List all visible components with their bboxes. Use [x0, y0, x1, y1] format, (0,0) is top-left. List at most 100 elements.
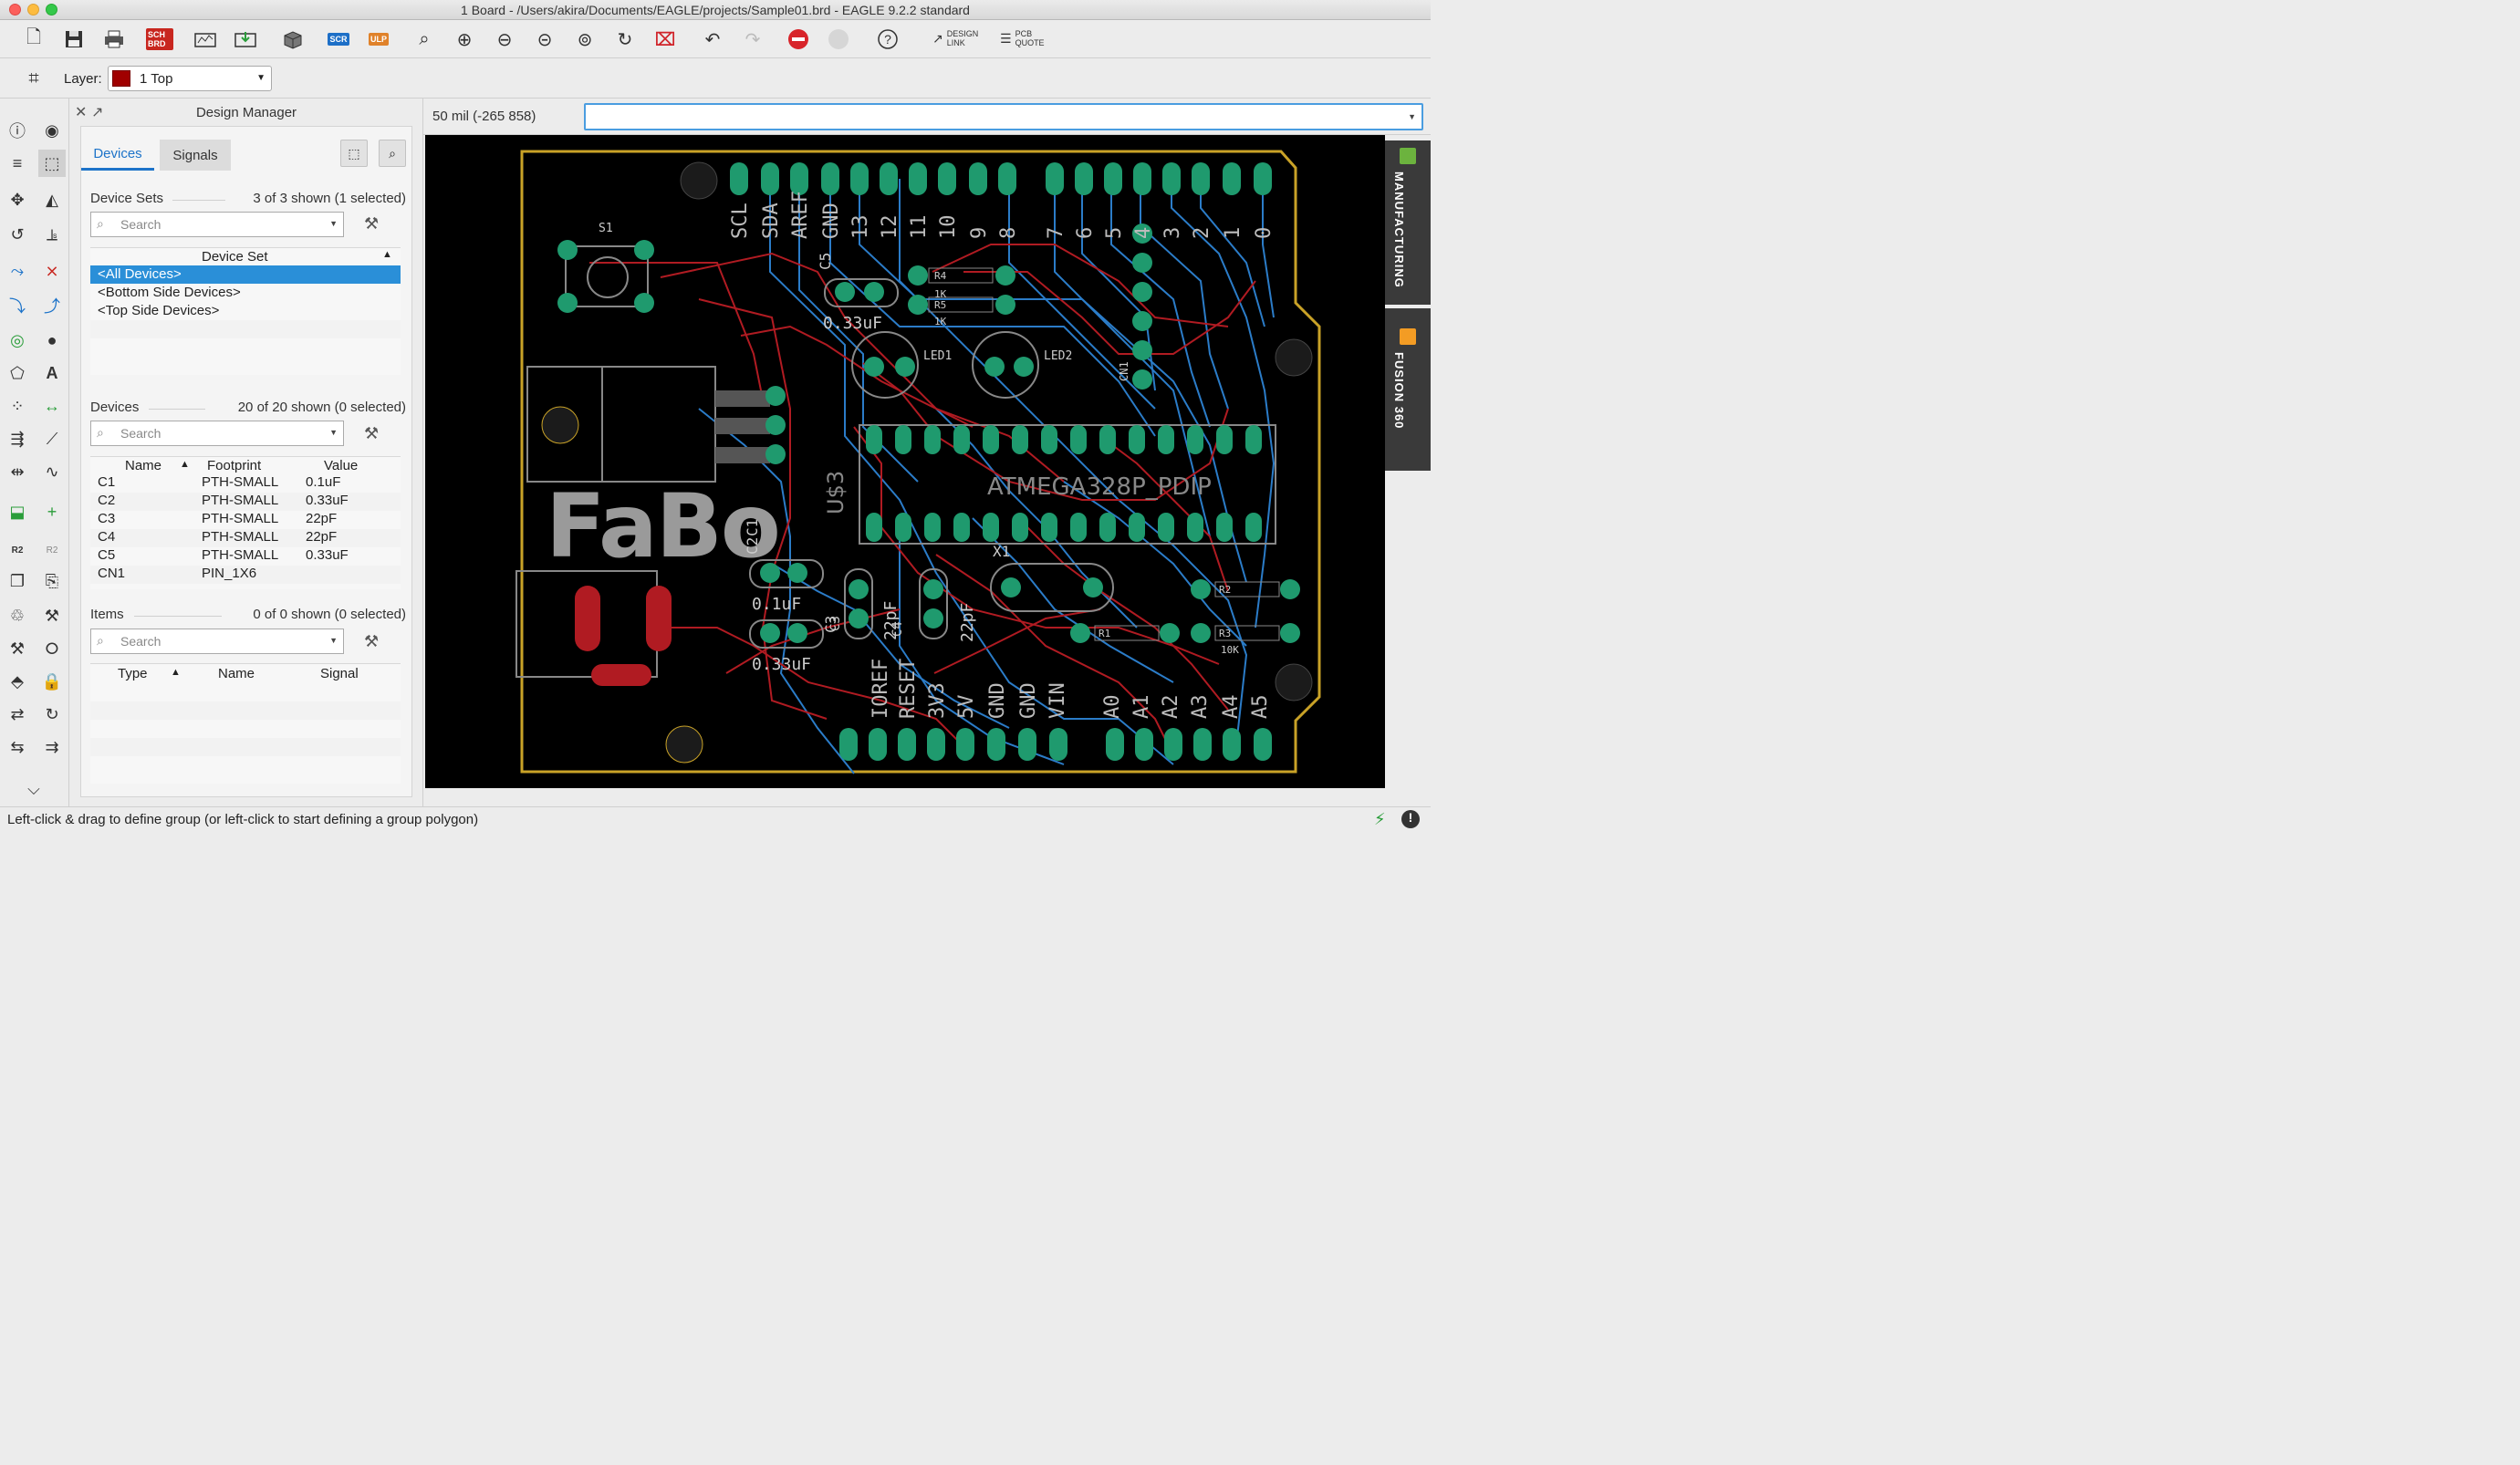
- help-icon[interactable]: ?: [874, 26, 901, 53]
- pcb-quote-button[interactable]: ☰ PCB QUOTE: [1000, 29, 1047, 47]
- undo-icon[interactable]: ↶: [699, 26, 726, 53]
- zoom-in-icon[interactable]: ⊕: [451, 26, 478, 53]
- column-value[interactable]: Value: [324, 458, 358, 473]
- rotate-icon[interactable]: ↺: [4, 221, 31, 248]
- gate-swap-icon[interactable]: ⇄: [4, 701, 31, 728]
- expand-down-icon[interactable]: ⌵: [20, 775, 47, 803]
- ulp-button[interactable]: ULP: [365, 26, 392, 53]
- show-icon[interactable]: ◉: [38, 117, 66, 144]
- replace-icon[interactable]: ↻: [38, 701, 66, 728]
- table-row[interactable]: C4 PTH-SMALL 22pF: [90, 529, 401, 547]
- table-row[interactable]: C1 PTH-SMALL 0.1uF: [90, 474, 401, 493]
- align-icon[interactable]: ⫡: [38, 221, 66, 248]
- tab-signals[interactable]: Signals: [160, 140, 231, 171]
- layer-select[interactable]: 1 Top ▼: [108, 66, 272, 91]
- devices-search-input[interactable]: ⌕ Search ▼: [90, 421, 344, 446]
- wrench-icon[interactable]: ⚒: [364, 632, 379, 651]
- ripup-icon[interactable]: ⨯: [38, 257, 66, 285]
- signal-icon[interactable]: ⁘: [4, 392, 31, 420]
- add-icon[interactable]: +: [38, 498, 66, 525]
- grid-icon[interactable]: ⌗: [20, 65, 47, 92]
- script-button[interactable]: SCR: [325, 26, 352, 53]
- table-row[interactable]: C3 PTH-SMALL 22pF: [90, 511, 401, 529]
- command-input[interactable]: ▼: [584, 103, 1423, 130]
- fanout-icon[interactable]: ⇹: [4, 458, 31, 485]
- column-footprint[interactable]: Footprint: [207, 458, 261, 473]
- column-signal[interactable]: Signal: [320, 666, 359, 681]
- split-icon[interactable]: ⇶: [4, 425, 31, 452]
- stop-icon[interactable]: [785, 26, 812, 53]
- device-set-all[interactable]: <All Devices>: [90, 265, 401, 284]
- hole-icon[interactable]: ●: [38, 327, 66, 354]
- column-name[interactable]: Name: [125, 458, 161, 473]
- change-icon[interactable]: ⇉: [38, 733, 66, 761]
- column-name[interactable]: Name: [218, 666, 255, 681]
- table-row[interactable]: C5 PTH-SMALL 0.33uF: [90, 547, 401, 566]
- zoom-out-icon[interactable]: ⊖: [491, 26, 518, 53]
- board-canvas[interactable]: FaBo S1 ATMEGA328P_PDIP U$3 LED1 LED2 C5: [425, 135, 1385, 788]
- layers-icon[interactable]: ≡: [4, 150, 31, 177]
- polygon-icon[interactable]: ⬠: [4, 359, 31, 387]
- device-sets-search-input[interactable]: ⌕ Search ▼: [90, 212, 344, 237]
- column-type[interactable]: Type: [118, 666, 148, 681]
- 3d-preview-icon[interactable]: [279, 26, 307, 53]
- copy-icon[interactable]: ❐: [4, 567, 31, 595]
- ratsnest-icon[interactable]: ⌧: [651, 26, 679, 53]
- line-icon[interactable]: ⟋: [38, 425, 66, 452]
- open-icon[interactable]: 🗋: [20, 26, 47, 53]
- zoom-to-icon[interactable]: ⌕: [379, 140, 406, 167]
- device-set-header[interactable]: Device Set ▲: [90, 247, 401, 265]
- header-pad: [938, 162, 956, 195]
- print-icon[interactable]: [100, 26, 128, 53]
- wrench-icon[interactable]: ⚒: [364, 214, 379, 234]
- wrench-icon[interactable]: ⚒: [364, 424, 379, 443]
- device-set-top[interactable]: <Top Side Devices>: [90, 302, 401, 320]
- chip-pad: [1099, 425, 1116, 454]
- table-row[interactable]: C2 PTH-SMALL 0.33uF: [90, 493, 401, 511]
- header-pin-label: 11: [908, 215, 931, 240]
- pin-swap-icon[interactable]: ⇆: [4, 733, 31, 761]
- paste-icon[interactable]: ⎘: [38, 567, 66, 595]
- lightning-icon[interactable]: ⚡: [1374, 810, 1386, 829]
- design-link-button[interactable]: ↗ DESIGN LINK: [932, 29, 989, 47]
- zoom-area-icon[interactable]: ⊚: [571, 26, 599, 53]
- name-icon[interactable]: R2: [4, 536, 31, 564]
- save-icon[interactable]: [60, 26, 88, 53]
- sch-brd-switch-button[interactable]: SCH BRD: [146, 26, 173, 53]
- device-set-bottom[interactable]: <Bottom Side Devices>: [90, 284, 401, 302]
- info-icon[interactable]: ⓘ: [4, 117, 31, 144]
- redraw-icon[interactable]: ↻: [611, 26, 639, 53]
- delete-icon[interactable]: ♲: [4, 602, 31, 629]
- items-search-input[interactable]: ⌕ Search ▼: [90, 629, 344, 654]
- zoom-fit-icon[interactable]: ⌕: [411, 26, 438, 53]
- text-icon[interactable]: A: [38, 359, 66, 387]
- route-icon[interactable]: ⤳: [4, 257, 31, 285]
- zoom-select-icon[interactable]: ⊝: [531, 26, 558, 53]
- group-select-icon[interactable]: ⬚: [38, 150, 66, 177]
- move-icon[interactable]: ✥: [4, 186, 31, 213]
- cam-processor-icon[interactable]: [192, 26, 219, 53]
- smash-icon[interactable]: ⚒: [4, 635, 31, 662]
- manufacturing-tab[interactable]: MANUFACTURING: [1385, 140, 1431, 305]
- optimize-icon[interactable]: ⭘: [38, 635, 66, 662]
- table-row[interactable]: CN1 PIN_1X6: [90, 566, 401, 584]
- tab-devices[interactable]: Devices: [81, 140, 154, 171]
- export-icon[interactable]: [232, 26, 259, 53]
- value-icon[interactable]: R2: [38, 536, 66, 564]
- mirror-icon[interactable]: ◭: [38, 186, 66, 213]
- lock-icon[interactable]: 🔒: [38, 668, 66, 695]
- redo-icon[interactable]: ↷: [739, 26, 766, 53]
- attribute-icon[interactable]: ⬘: [4, 668, 31, 695]
- fusion-360-tab[interactable]: FUSION 360: [1385, 308, 1431, 471]
- go-icon[interactable]: [825, 26, 852, 53]
- warning-icon[interactable]: !: [1401, 810, 1420, 828]
- search-icon: ⌕: [97, 216, 104, 231]
- meander-wave-icon[interactable]: ∿: [38, 458, 66, 485]
- add-part-icon[interactable]: ⬓: [4, 498, 31, 525]
- via-icon[interactable]: ◎: [4, 327, 31, 354]
- wrench-icon[interactable]: ⚒: [38, 602, 66, 629]
- select-in-canvas-icon[interactable]: ⬚: [340, 140, 368, 167]
- wire-icon[interactable]: ↔: [38, 392, 66, 420]
- meander-icon[interactable]: ⤴: [38, 292, 66, 319]
- multi-route-icon[interactable]: ⤵: [4, 292, 31, 319]
